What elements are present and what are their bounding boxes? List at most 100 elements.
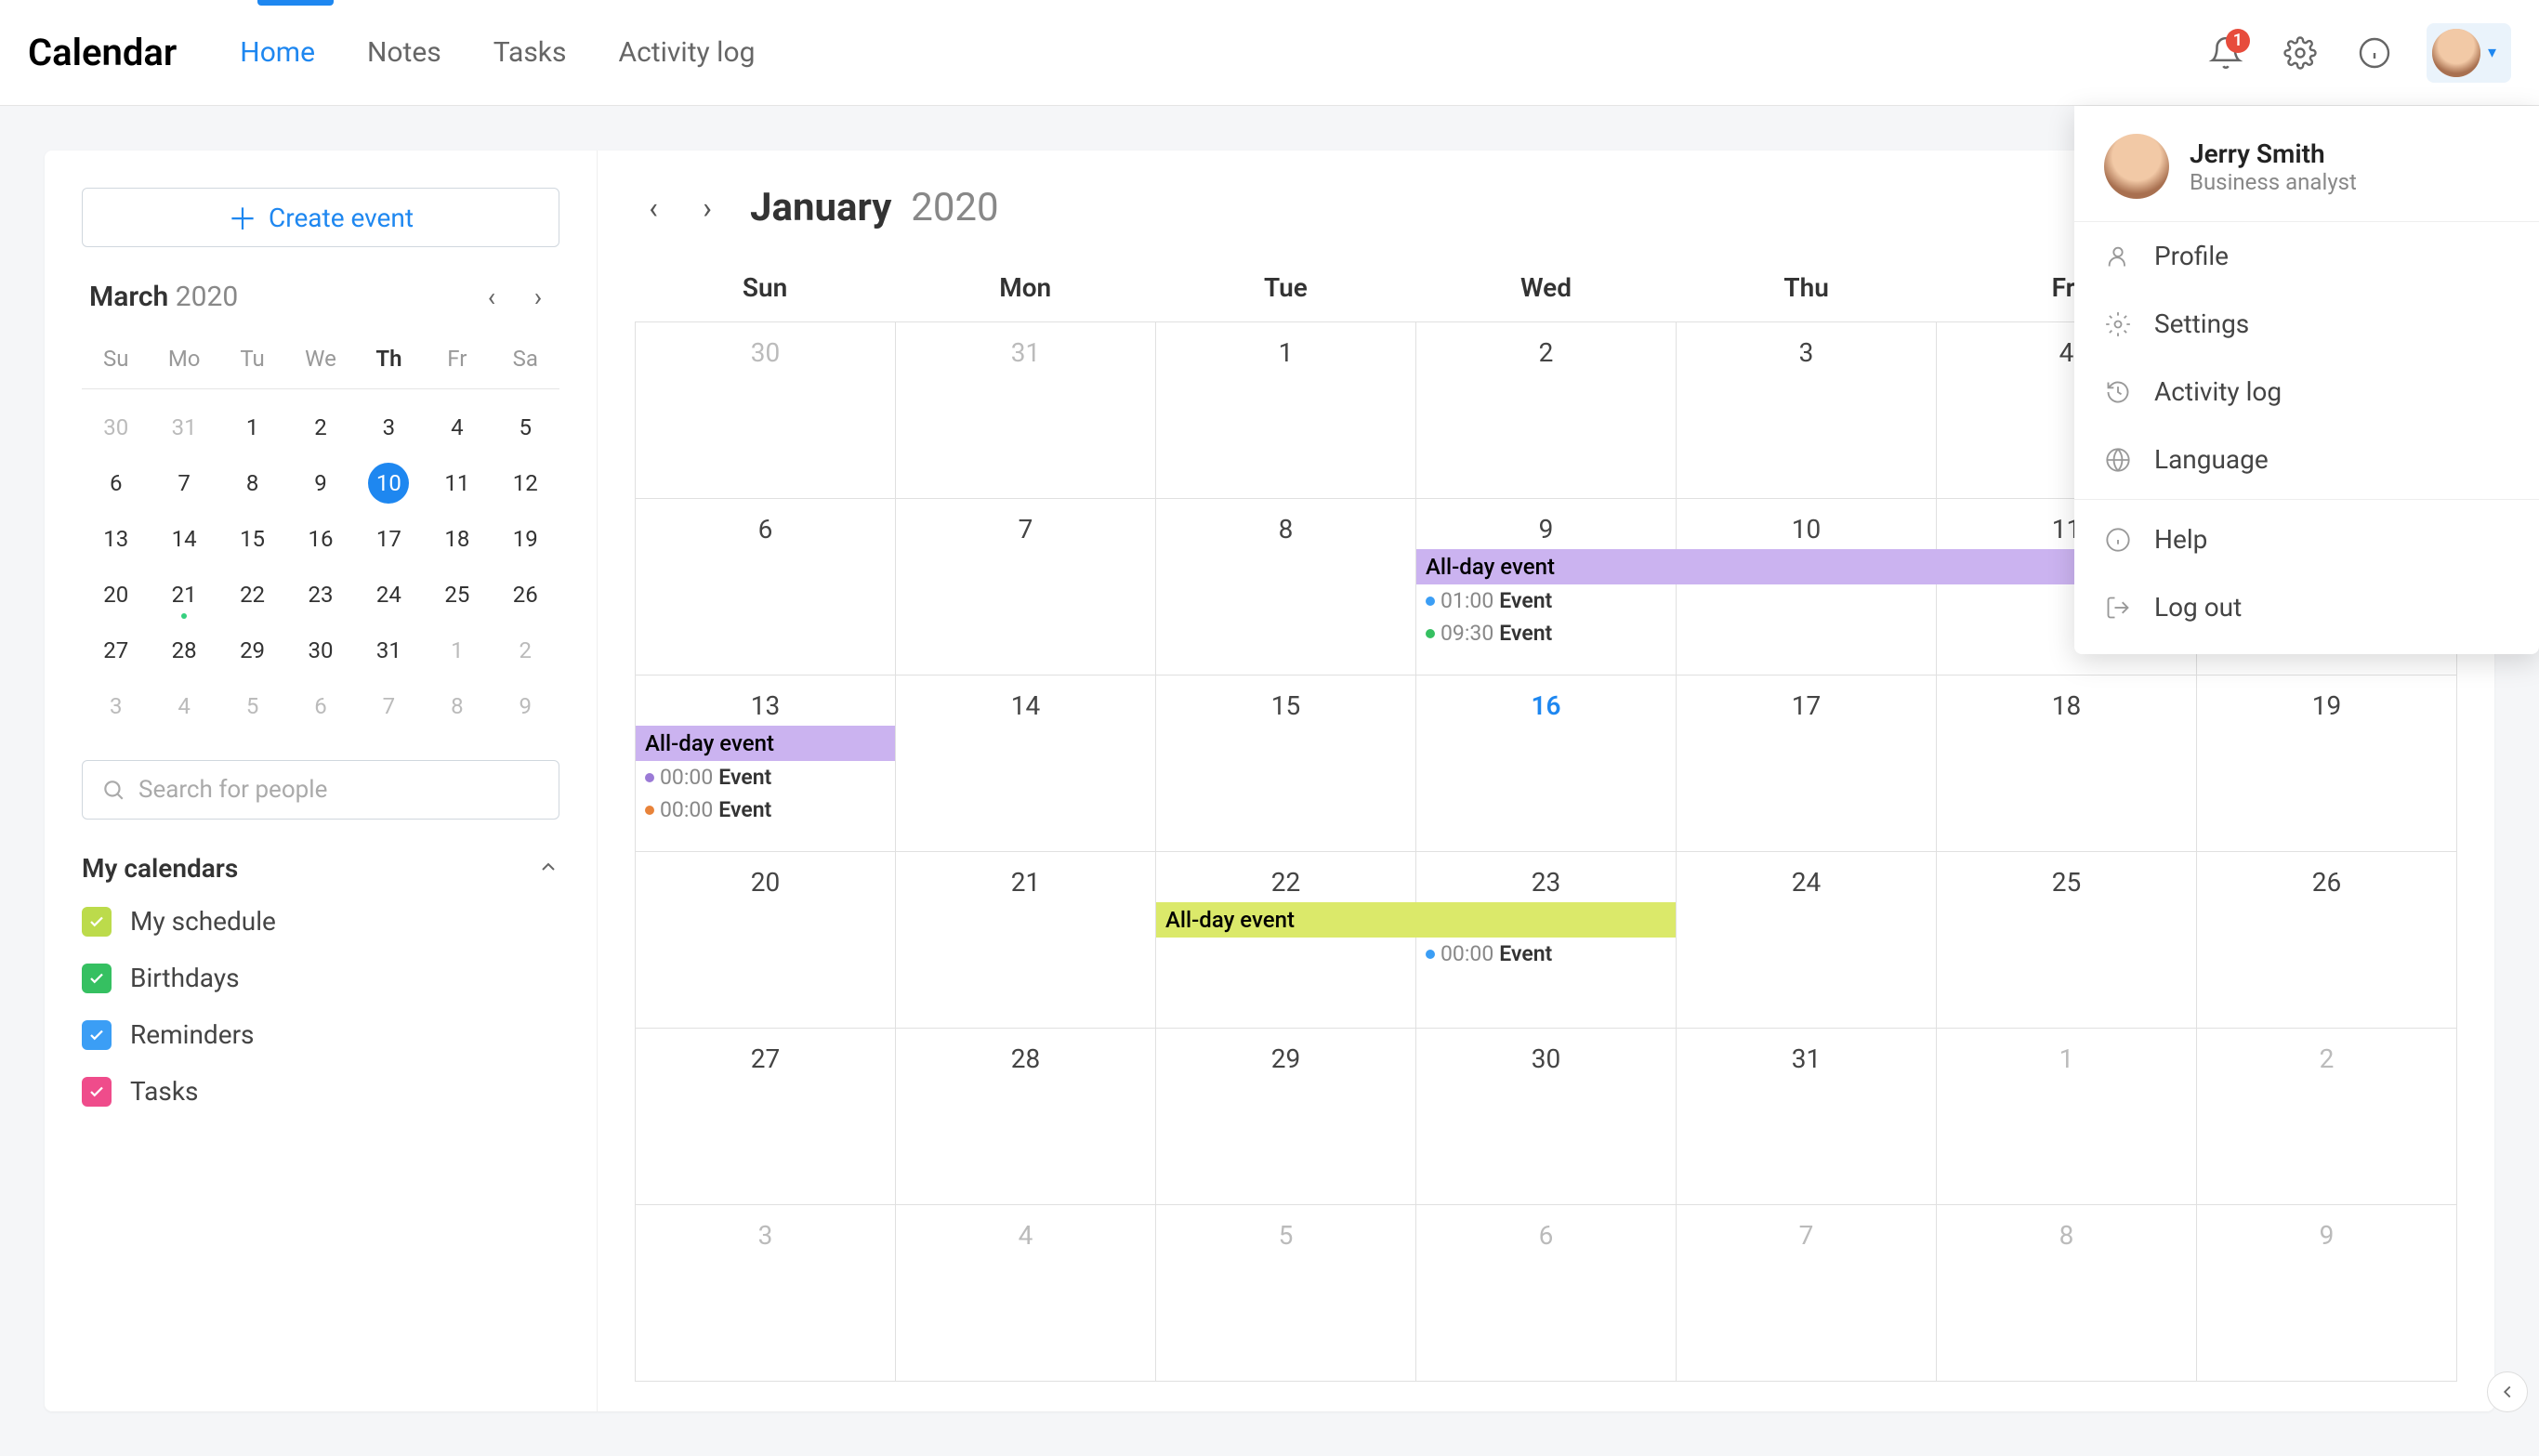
mini-cal-day[interactable]: 14 xyxy=(150,511,217,567)
cal-cell[interactable]: 2300:00Event xyxy=(1416,852,1677,1029)
collapse-panel-button[interactable] xyxy=(2487,1371,2528,1412)
mini-cal-day[interactable]: 30 xyxy=(82,400,150,455)
timed-event[interactable]: 01:00Event xyxy=(1418,584,1674,617)
cal-cell[interactable]: 18 xyxy=(1937,676,2197,852)
mini-cal-day[interactable]: 9 xyxy=(286,455,354,511)
mini-cal-day[interactable]: 25 xyxy=(423,567,491,623)
tab-activity-log[interactable]: Activity log xyxy=(619,29,756,76)
cal-cell[interactable]: 31 xyxy=(1677,1029,1937,1205)
cal-cell[interactable]: 3 xyxy=(1677,322,1937,499)
tab-home[interactable]: Home xyxy=(240,29,315,76)
cal-cell[interactable]: 19 xyxy=(2197,676,2457,852)
cal-next-month[interactable]: › xyxy=(689,190,726,227)
mini-cal-day[interactable]: 26 xyxy=(492,567,559,623)
cal-cell[interactable]: 2 xyxy=(1416,322,1677,499)
settings-button[interactable] xyxy=(2278,31,2322,75)
cal-cell[interactable]: 25 xyxy=(1937,852,2197,1029)
mini-cal-day[interactable]: 10 xyxy=(368,463,409,504)
mini-cal-day[interactable]: 13 xyxy=(82,511,150,567)
cal-cell[interactable]: 14 xyxy=(896,676,1156,852)
mini-cal-day[interactable]: 19 xyxy=(492,511,559,567)
mini-cal-day[interactable]: 6 xyxy=(286,678,354,734)
mini-cal-day[interactable]: 9 xyxy=(492,678,559,734)
cal-cell[interactable]: 20 xyxy=(636,852,896,1029)
calendar-item[interactable]: Tasks xyxy=(82,1076,559,1107)
mini-cal-day[interactable]: 12 xyxy=(492,455,559,511)
dropdown-item-settings[interactable]: Settings xyxy=(2074,290,2539,358)
create-event-button[interactable]: ＋ Create event xyxy=(82,188,559,247)
mini-cal-day[interactable]: 18 xyxy=(423,511,491,567)
cal-cell[interactable]: 3 xyxy=(636,1205,896,1382)
cal-cell[interactable]: 4 xyxy=(896,1205,1156,1382)
mini-cal-day[interactable]: 8 xyxy=(423,678,491,734)
dropdown-item-language[interactable]: Language xyxy=(2074,426,2539,493)
cal-cell[interactable]: 8 xyxy=(1156,499,1416,676)
cal-cell[interactable]: 9 xyxy=(2197,1205,2457,1382)
cal-cell[interactable]: 27 xyxy=(636,1029,896,1205)
mini-cal-day[interactable]: 31 xyxy=(355,623,423,678)
cal-cell[interactable]: 6 xyxy=(1416,1205,1677,1382)
dropdown-item-activity-log[interactable]: Activity log xyxy=(2074,358,2539,426)
mini-cal-day[interactable]: 4 xyxy=(423,400,491,455)
cal-cell[interactable]: 24 xyxy=(1677,852,1937,1029)
cal-cell[interactable]: 8 xyxy=(1937,1205,2197,1382)
my-calendars-toggle[interactable]: My calendars xyxy=(82,853,559,884)
cal-cell[interactable]: 17 xyxy=(1677,676,1937,852)
cal-cell[interactable]: 26 xyxy=(2197,852,2457,1029)
allday-event[interactable]: All-day event xyxy=(636,726,895,761)
allday-event[interactable]: All-day event xyxy=(1156,902,1676,938)
mini-cal-prev[interactable]: ‹ xyxy=(478,282,506,312)
cal-cell[interactable]: 7 xyxy=(1677,1205,1937,1382)
cal-cell[interactable]: 2 xyxy=(2197,1029,2457,1205)
dropdown-item-help[interactable]: Help xyxy=(2074,505,2539,573)
mini-cal-day[interactable]: 22 xyxy=(218,567,286,623)
cal-cell[interactable]: 1 xyxy=(1156,322,1416,499)
cal-cell[interactable]: 7 xyxy=(896,499,1156,676)
mini-cal-day[interactable]: 17 xyxy=(355,511,423,567)
mini-cal-day[interactable]: 20 xyxy=(82,567,150,623)
mini-cal-day[interactable]: 3 xyxy=(82,678,150,734)
mini-cal-day[interactable]: 30 xyxy=(286,623,354,678)
timed-event[interactable]: 09:30Event xyxy=(1418,617,1674,649)
mini-cal-day[interactable]: 2 xyxy=(492,623,559,678)
mini-cal-day[interactable]: 24 xyxy=(355,567,423,623)
cal-cell[interactable]: 15 xyxy=(1156,676,1416,852)
notifications-button[interactable]: 1 xyxy=(2204,31,2248,75)
mini-cal-day[interactable]: 2 xyxy=(286,400,354,455)
calendar-item[interactable]: Reminders xyxy=(82,1019,559,1050)
tab-tasks[interactable]: Tasks xyxy=(493,29,567,76)
mini-cal-day[interactable]: 23 xyxy=(286,567,354,623)
calendar-item[interactable]: My schedule xyxy=(82,906,559,937)
info-button[interactable] xyxy=(2352,31,2397,75)
cal-cell[interactable]: 30 xyxy=(636,322,896,499)
mini-cal-day[interactable]: 31 xyxy=(150,400,217,455)
cal-cell[interactable]: 29 xyxy=(1156,1029,1416,1205)
cal-cell[interactable]: 28 xyxy=(896,1029,1156,1205)
cal-cell[interactable]: 9All-day event01:00Event09:30Event xyxy=(1416,499,1677,676)
cal-cell[interactable]: 31 xyxy=(896,322,1156,499)
user-menu-button[interactable]: ▾ xyxy=(2427,23,2511,83)
cal-cell[interactable]: 5 xyxy=(1156,1205,1416,1382)
mini-cal-day[interactable]: 16 xyxy=(286,511,354,567)
cal-prev-month[interactable]: ‹ xyxy=(635,190,672,227)
mini-cal-day[interactable]: 7 xyxy=(355,678,423,734)
cal-cell[interactable]: 13All-day event00:00Event00:00Event xyxy=(636,676,896,852)
cal-cell[interactable]: 22All-day event xyxy=(1156,852,1416,1029)
mini-cal-day[interactable]: 21 xyxy=(150,567,217,623)
mini-cal-day[interactable]: 6 xyxy=(82,455,150,511)
mini-cal-day[interactable]: 1 xyxy=(423,623,491,678)
dropdown-item-logout[interactable]: Log out xyxy=(2074,573,2539,641)
cal-cell[interactable]: 21 xyxy=(896,852,1156,1029)
search-input[interactable] xyxy=(138,776,540,804)
mini-cal-day[interactable]: 11 xyxy=(423,455,491,511)
mini-cal-day[interactable]: 4 xyxy=(150,678,217,734)
calendar-item[interactable]: Birthdays xyxy=(82,963,559,993)
mini-cal-day[interactable]: 7 xyxy=(150,455,217,511)
cal-cell[interactable]: 16 xyxy=(1416,676,1677,852)
mini-cal-day[interactable]: 28 xyxy=(150,623,217,678)
mini-cal-day[interactable]: 27 xyxy=(82,623,150,678)
timed-event[interactable]: 00:00Event xyxy=(638,794,893,826)
mini-cal-day[interactable]: 15 xyxy=(218,511,286,567)
mini-cal-next[interactable]: › xyxy=(524,282,552,312)
mini-cal-day[interactable]: 3 xyxy=(355,400,423,455)
